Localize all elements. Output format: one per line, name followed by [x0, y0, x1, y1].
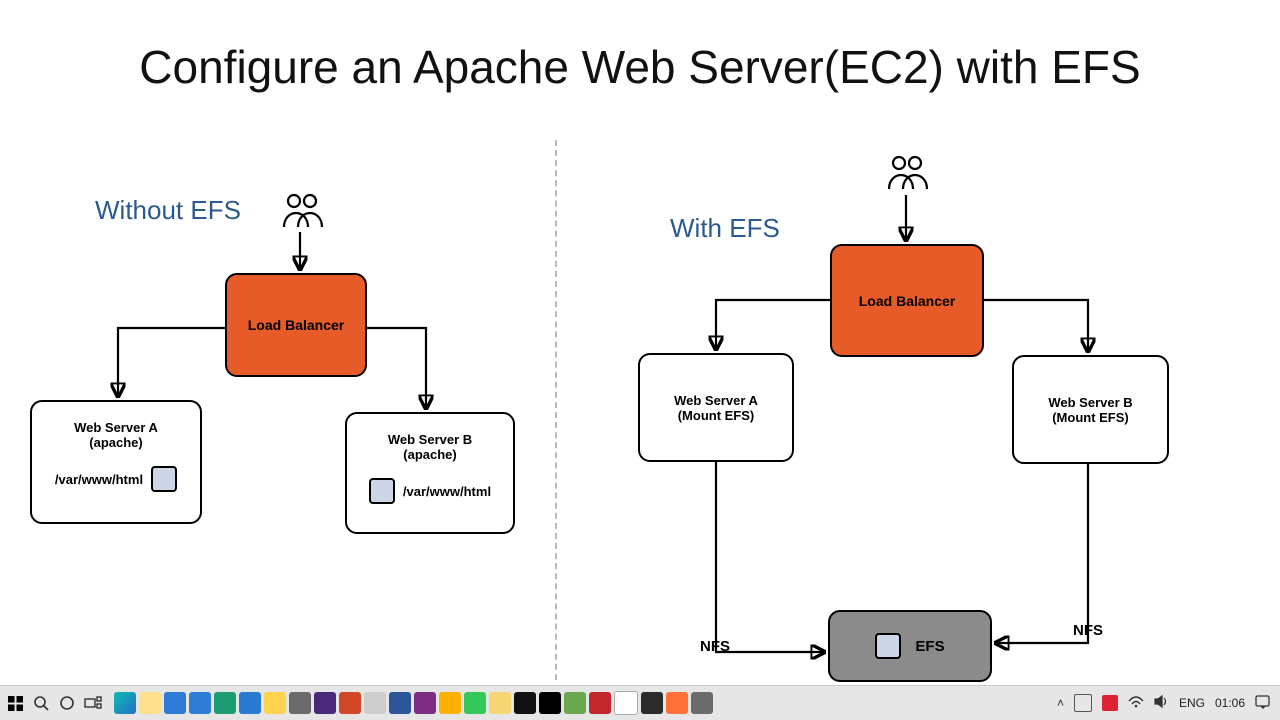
- app-onenote[interactable]: [414, 692, 436, 714]
- system-tray: ˄ ENG 01:06: [1057, 694, 1280, 712]
- app-mail[interactable]: [164, 692, 186, 714]
- app-app1[interactable]: [214, 692, 236, 714]
- tray-language[interactable]: ENG: [1179, 696, 1205, 710]
- cortana-button[interactable]: [56, 692, 78, 714]
- load-balancer-label: Load Balancer: [248, 317, 344, 333]
- app-eclipse[interactable]: [314, 692, 336, 714]
- box-server-a-right: Web Server A (Mount EFS): [638, 353, 794, 462]
- app-store[interactable]: [189, 692, 211, 714]
- app-firefox[interactable]: [666, 692, 688, 714]
- disk-icon: [369, 478, 395, 504]
- efs-label: EFS: [915, 638, 944, 655]
- slide: Configure an Apache Web Server(EC2) with…: [0, 0, 1280, 720]
- box-load-balancer-left: Load Balancer: [225, 273, 367, 377]
- tray-volume-icon[interactable]: [1154, 695, 1169, 711]
- server-a-name: Web Server A: [74, 420, 158, 435]
- box-load-balancer-right: Load Balancer: [830, 244, 984, 357]
- label-with-efs: With EFS: [670, 213, 780, 244]
- tray-project-icon[interactable]: [1074, 694, 1092, 712]
- server-b-path-row: /var/www/html: [369, 478, 491, 504]
- server-b-path: /var/www/html: [403, 484, 491, 499]
- app-misc1[interactable]: [364, 692, 386, 714]
- app-folder[interactable]: [489, 692, 511, 714]
- tray-overflow-icon[interactable]: ˄: [1057, 696, 1064, 710]
- label-without-efs: Without EFS: [95, 195, 241, 226]
- nfs-label-a: NFS: [700, 638, 730, 655]
- server-a-sub: (apache): [89, 435, 142, 450]
- tray-network-icon[interactable]: [1128, 696, 1144, 711]
- box-efs: EFS: [828, 610, 992, 682]
- load-balancer-label: Load Balancer: [859, 293, 955, 309]
- app-jetbrains[interactable]: [539, 692, 561, 714]
- task-view-button[interactable]: [82, 692, 104, 714]
- vertical-divider: [555, 140, 557, 680]
- search-button[interactable]: [30, 692, 52, 714]
- slide-title: Configure an Apache Web Server(EC2) with…: [0, 40, 1280, 94]
- server-a-path-row: /var/www/html: [55, 466, 177, 492]
- app-dark[interactable]: [641, 692, 663, 714]
- app-misc2[interactable]: [691, 692, 713, 714]
- app-acrobat[interactable]: [589, 692, 611, 714]
- app-lambda[interactable]: [439, 692, 461, 714]
- server-a-path: /var/www/html: [55, 472, 143, 487]
- disk-icon: [875, 633, 901, 659]
- app-edge[interactable]: [114, 692, 136, 714]
- server-b-name: Web Server B: [1048, 395, 1132, 410]
- app-green[interactable]: [464, 692, 486, 714]
- server-b-sub: (Mount EFS): [1052, 410, 1129, 425]
- app-pycharm[interactable]: [264, 692, 286, 714]
- users-icon: [885, 155, 931, 198]
- start-button[interactable]: [4, 692, 26, 714]
- users-icon: [280, 193, 326, 236]
- box-server-b-left: Web Server B (apache) /var/www/html: [345, 412, 515, 534]
- box-server-b-right: Web Server B (Mount EFS): [1012, 355, 1169, 464]
- taskbar-pinned-apps: [114, 691, 713, 715]
- app-generic[interactable]: [289, 692, 311, 714]
- app-word[interactable]: [389, 692, 411, 714]
- tray-notifications-icon[interactable]: [1255, 695, 1270, 712]
- tray-clock[interactable]: 01:06: [1215, 696, 1245, 710]
- nfs-label-b: NFS: [1073, 622, 1103, 639]
- taskbar-left: [0, 692, 104, 714]
- server-a-sub: (Mount EFS): [678, 408, 755, 423]
- app-chrome[interactable]: [614, 691, 638, 715]
- tray-security-icon[interactable]: [1102, 695, 1118, 711]
- box-server-a-left: Web Server A (apache) /var/www/html: [30, 400, 202, 524]
- server-b-name: Web Server B: [388, 432, 472, 447]
- app-file-explorer[interactable]: [139, 692, 161, 714]
- app-vscode[interactable]: [239, 692, 261, 714]
- disk-icon: [151, 466, 177, 492]
- app-chip[interactable]: [564, 692, 586, 714]
- taskbar[interactable]: ˄ ENG 01:06: [0, 685, 1280, 720]
- app-powerpoint[interactable]: [339, 692, 361, 714]
- server-b-sub: (apache): [403, 447, 456, 462]
- app-terminal[interactable]: [514, 692, 536, 714]
- server-a-name: Web Server A: [674, 393, 758, 408]
